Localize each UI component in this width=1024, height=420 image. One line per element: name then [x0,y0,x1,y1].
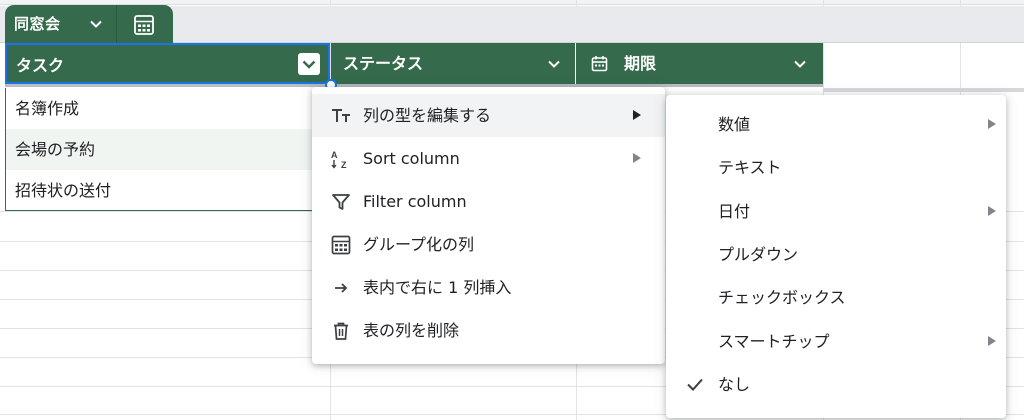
submenu-arrow-icon [633,153,641,163]
menu-item-label: 表の列を削除 [363,321,460,340]
table-name[interactable]: 同窓会 [14,5,61,43]
menu-item-label: Filter column [363,192,467,211]
submenu-item-date[interactable]: 日付 [666,190,1006,233]
column-header-label: ステータス [343,54,424,73]
menu-item-edit-column-type[interactable]: 列の型を編集する [312,94,665,137]
sort-az-icon: A Z [331,150,347,169]
column-header-due[interactable]: 期限 [576,43,823,84]
submenu-item-none[interactable]: なし [666,363,1006,406]
table-summary-icon[interactable] [133,14,155,36]
submenu-arrow-icon [633,110,641,120]
table-row[interactable]: 名簿作成 [6,88,329,129]
svg-text:Z: Z [341,160,347,169]
submenu-item-label: テキスト [718,158,782,177]
menu-item-label: グループ化の列 [363,235,475,254]
column-type-submenu: 数値 テキスト 日付 プルダウン チェックボックス スマートチップ なし [666,95,1006,418]
submenu-item-label: 日付 [718,202,751,221]
submenu-item-label: スマートチップ [718,332,830,351]
table-name-tab: 同窓会 [5,5,173,43]
submenu-item-checkbox[interactable]: チェックボックス [666,276,1006,319]
arrow-right-icon [335,283,348,293]
submenu-item-number[interactable]: 数値 [666,103,1006,146]
filter-icon [332,194,350,210]
menu-item-filter-column[interactable]: Filter column [312,180,665,223]
column-header-task[interactable]: タスク [5,43,330,84]
group-table-icon [331,235,351,255]
tab-divider [116,5,117,43]
calendar-icon [591,56,608,72]
menu-item-group-by-column[interactable]: グループ化の列 [312,223,665,266]
chevron-down-icon[interactable] [792,56,808,72]
submenu-item-dropdown[interactable]: プルダウン [666,233,1006,276]
menu-item-sort-column[interactable]: A Z Sort column [312,137,665,180]
menu-item-label: Sort column [363,149,460,168]
chevron-down-icon[interactable] [88,16,104,32]
menu-item-label: 列の型を編集する [363,106,492,125]
column-menu-button[interactable] [298,53,320,75]
chevron-down-icon [302,60,316,69]
checkmark-icon [687,378,703,391]
table-row[interactable]: 招待状の送付 [6,170,329,211]
menu-item-delete-column[interactable]: 表の列を削除 [312,309,665,352]
submenu-item-label: なし [718,375,751,394]
header-divider [823,88,1024,92]
submenu-arrow-icon [988,206,996,216]
table-body: 名簿作成 会場の予約 招待状の送付 [5,88,330,211]
submenu-item-label: 数値 [718,115,751,134]
menu-item-insert-column-right[interactable]: 表内で右に 1 列挿入 [312,266,665,309]
chevron-down-icon[interactable] [546,56,562,72]
submenu-item-smart-chip[interactable]: スマートチップ [666,320,1006,363]
text-type-icon [332,109,350,122]
menu-item-label: 表内で右に 1 列挿入 [363,278,512,297]
submenu-arrow-icon [988,336,996,346]
column-context-menu: 列の型を編集する A Z Sort column Filter column グ… [312,87,665,364]
column-header-label: 期限 [624,54,657,73]
submenu-item-label: チェックボックス [718,288,846,307]
submenu-arrow-icon [988,119,996,129]
svg-text:A: A [331,150,338,160]
column-header-label: タスク [16,56,65,75]
submenu-item-text[interactable]: テキスト [666,146,1006,189]
trash-icon [334,322,348,340]
table-row[interactable]: 会場の予約 [6,129,329,170]
column-header-status[interactable]: ステータス [331,43,575,84]
submenu-item-label: プルダウン [718,245,799,264]
